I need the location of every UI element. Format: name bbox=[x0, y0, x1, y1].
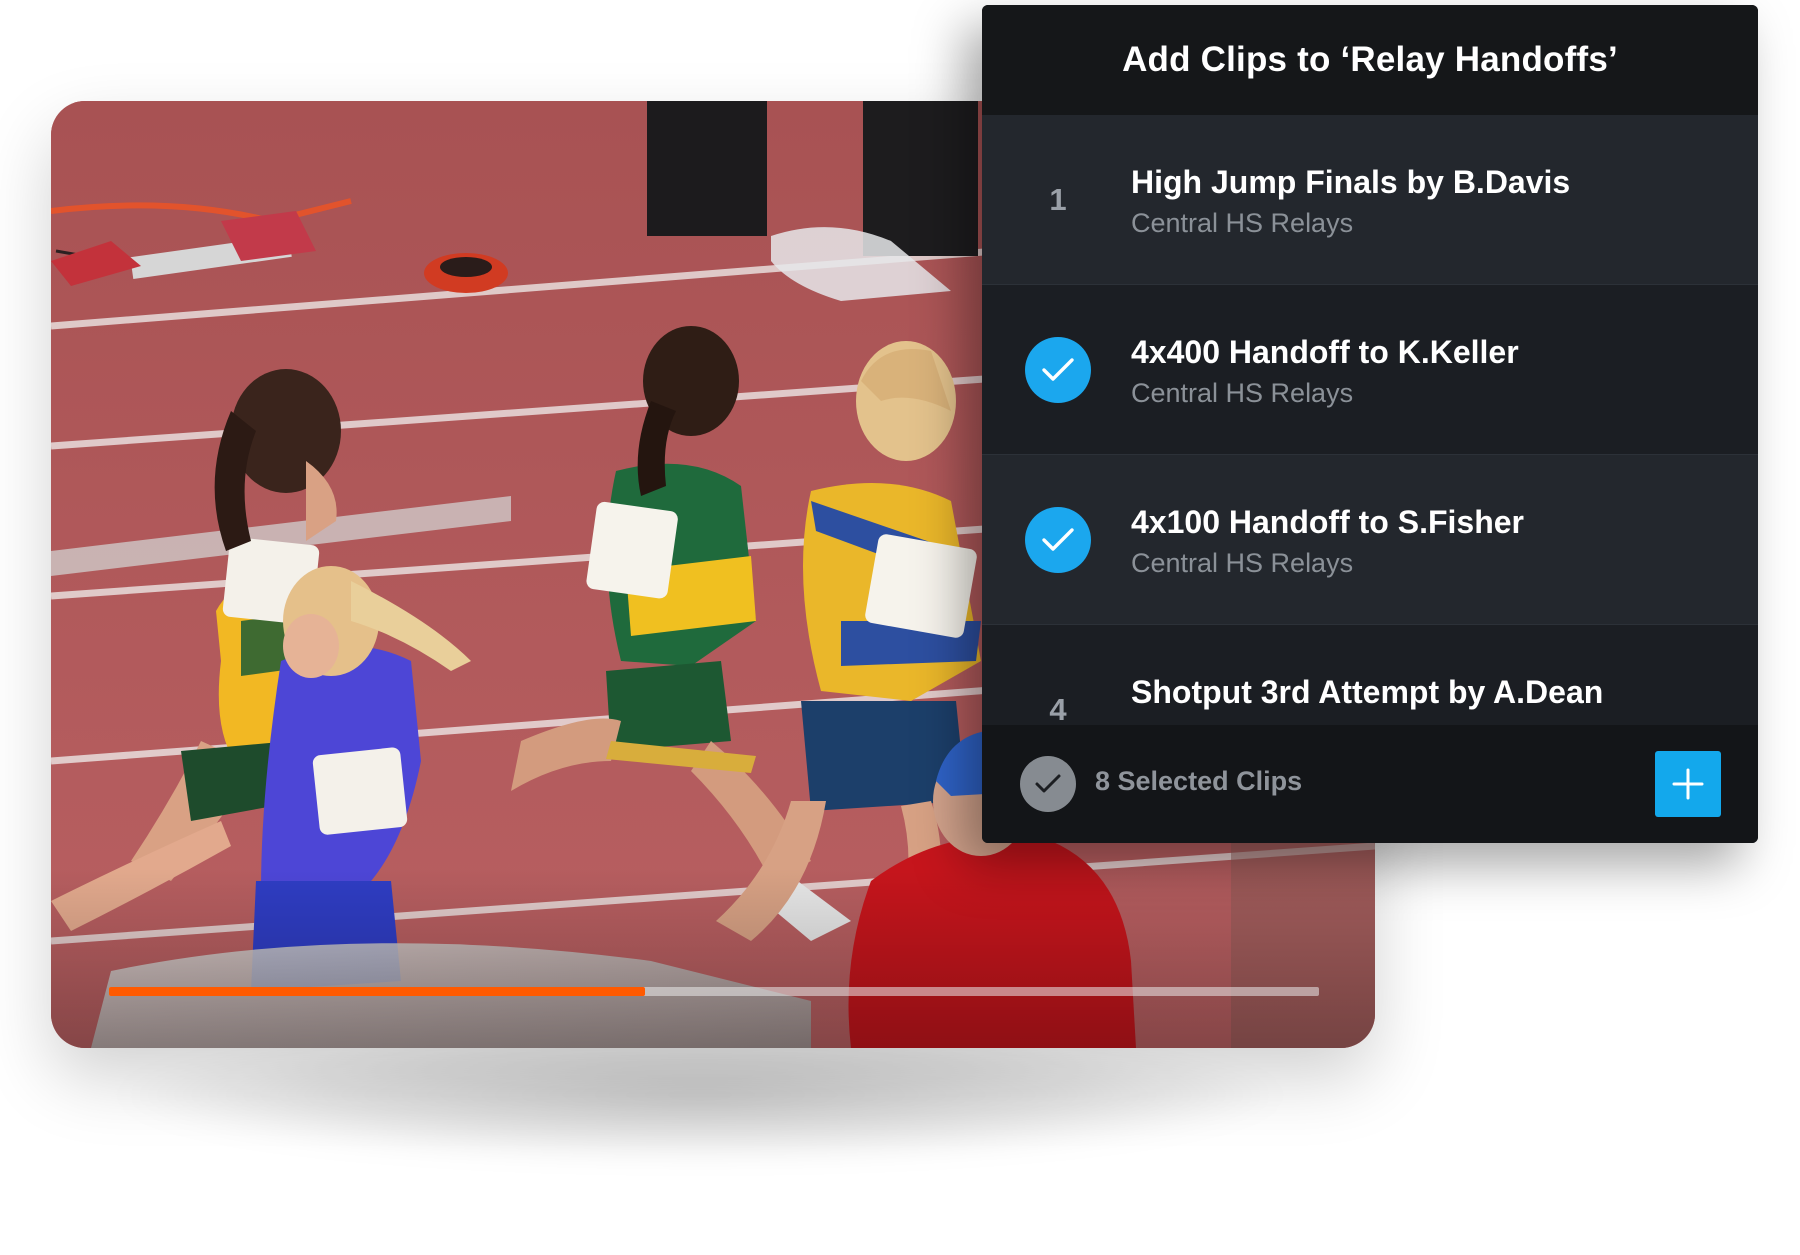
clip-text: Shotput 3rd Attempt by A.Dean bbox=[1131, 673, 1603, 715]
clip-title: High Jump Finals by B.Davis bbox=[1131, 164, 1571, 200]
add-clips-button[interactable] bbox=[1655, 751, 1721, 817]
selected-clips-count: 8 Selected Clips bbox=[1095, 766, 1303, 796]
panel-header: Add Clips to ‘Relay Handoffs’ bbox=[982, 5, 1758, 115]
clip-subtitle: Central HS Relays bbox=[1131, 378, 1354, 408]
panel-footer: 8 Selected Clips bbox=[982, 725, 1758, 843]
clip-row[interactable]: 4x400 Handoff to K.Keller Central HS Rel… bbox=[982, 285, 1758, 455]
clip-text: High Jump Finals by B.Davis Central HS R… bbox=[1131, 163, 1570, 241]
progress-fill bbox=[109, 987, 646, 996]
clip-list[interactable]: 1 High Jump Finals by B.Davis Central HS… bbox=[982, 115, 1758, 727]
clip-title: 4x400 Handoff to K.Keller bbox=[1131, 334, 1519, 370]
clip-select-toggle[interactable] bbox=[1025, 336, 1091, 403]
stage: Add Clips to ‘Relay Handoffs’ 1 High Jum… bbox=[0, 0, 1800, 1255]
selected-check-icon[interactable] bbox=[1025, 506, 1091, 573]
clip-title: 4x100 Handoff to S.Fisher bbox=[1131, 504, 1524, 540]
check-icon[interactable] bbox=[1020, 756, 1076, 812]
clip-row[interactable]: 4 Shotput 3rd Attempt by A.Dean bbox=[982, 625, 1758, 727]
clip-row[interactable]: 1 High Jump Finals by B.Davis Central HS… bbox=[982, 115, 1758, 285]
player-vignette bbox=[51, 868, 1375, 1048]
clip-number-marker[interactable]: 1 bbox=[1025, 167, 1091, 233]
clip-number: 1 bbox=[1049, 181, 1067, 217]
clip-title: Shotput 3rd Attempt by A.Dean bbox=[1131, 674, 1604, 710]
player-shadow bbox=[120, 1030, 1280, 1160]
clip-number-marker[interactable]: 4 bbox=[1025, 677, 1091, 728]
clip-subtitle: Central HS Relays bbox=[1131, 548, 1354, 578]
panel-title: Add Clips to ‘Relay Handoffs’ bbox=[1122, 40, 1618, 79]
selected-check-icon[interactable] bbox=[1025, 336, 1091, 403]
clip-number: 4 bbox=[1049, 691, 1067, 727]
progress-bar[interactable] bbox=[109, 987, 1319, 996]
clip-subtitle: Central HS Relays bbox=[1131, 208, 1354, 238]
clip-select-toggle[interactable] bbox=[1025, 506, 1091, 573]
add-clips-panel: Add Clips to ‘Relay Handoffs’ 1 High Jum… bbox=[982, 5, 1758, 843]
clip-text: 4x100 Handoff to S.Fisher Central HS Rel… bbox=[1131, 503, 1524, 581]
plus-icon bbox=[1672, 768, 1704, 800]
clip-row[interactable]: 4x100 Handoff to S.Fisher Central HS Rel… bbox=[982, 455, 1758, 625]
clip-text: 4x400 Handoff to K.Keller Central HS Rel… bbox=[1131, 333, 1519, 411]
